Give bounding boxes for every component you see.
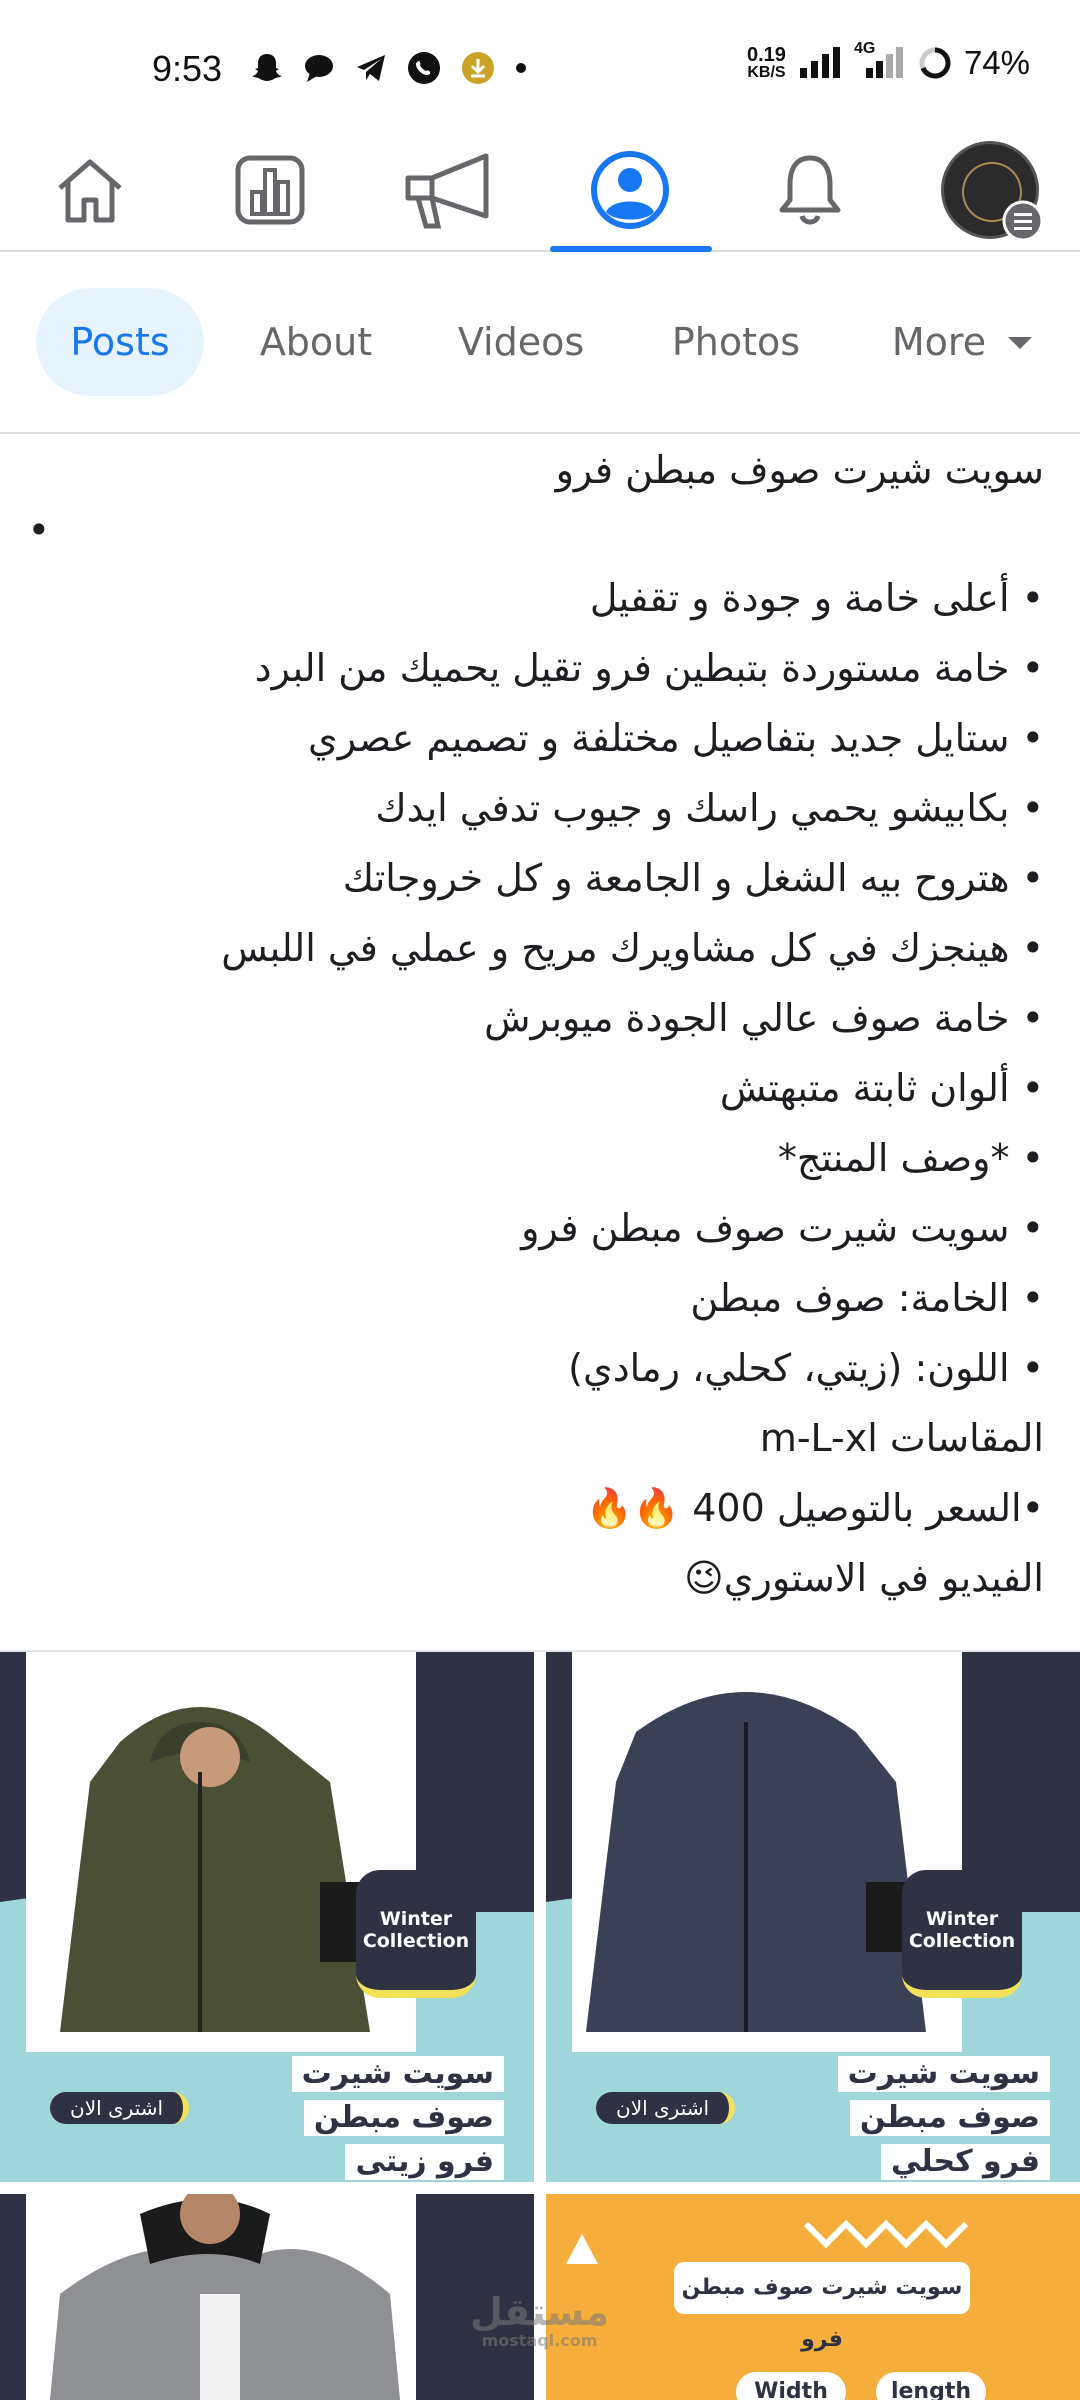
tab-more-label: More [891,320,987,364]
post-line: • *وصف المنتج* [777,1136,1044,1180]
post-line: • أعلى خامة و جودة و تقفيل [589,576,1044,620]
watermark-text: مستقل [470,2290,609,2334]
chat-icon [305,55,333,82]
battery-ring-icon [919,47,951,79]
nav-dashboard[interactable] [180,130,360,250]
post-line: • اللون: (زيتي، كحلي، رمادي) [568,1346,1044,1390]
tab-videos[interactable]: Videos [446,288,596,396]
photo-tile[interactable]: سويت شيرت صوف مبطن فرو Width length [546,2194,1080,2400]
post-line: • بكابيشو يحمي راسك و جيوب تدفي ايدك [375,786,1044,830]
post-line: • الخامة: صوف مبطن [690,1276,1044,1320]
post-line: الفيديو في الاستوري😉 [684,1556,1044,1600]
photo-grid: Winter Collection سويت شيرت صوف مبطن فرو… [0,1652,1080,2400]
profile-tabs: Posts About Videos Photos More [0,252,1080,434]
photo-tile[interactable]: Winter Collection سويت شيرت صوف مبطن فرو… [0,1652,534,2182]
post-line: • ألوان ثابتة متبهتش [719,1066,1044,1110]
post-line: • سويت شيرت صوف مبطن فرو [521,1206,1044,1250]
post-line: • خامة مستوردة بتبطين فرو تقيل يحميك من … [254,646,1044,690]
network-speed: 0.19 KB/S [747,45,786,81]
signal-icon [799,47,840,78]
photo-title-line: صوف مبطن [849,2100,1050,2136]
post-line: • هتروح بيه الشغل و الجامعة و كل خروجاتك [342,856,1044,900]
dashboard-icon [235,155,305,225]
size-chip: length [876,2372,986,2400]
post-line: • خامة صوف عالي الجودة ميوبرش [484,996,1044,1040]
telegram-icon [357,55,385,81]
post-line: • ستايل جديد بتفاصيل مختلفة و تصميم عصري [308,716,1044,760]
status-time: 9:53 [152,48,223,89]
post-line: • هينجزك في كل مشاويرك مريح و عملي في ال… [221,926,1044,970]
snapchat-icon [252,54,282,81]
watermark: مستقل mostaql.com [470,2292,609,2350]
download-icon [462,52,494,84]
buy-now-label: اشترى الان [596,2092,736,2124]
post-line: سويت شيرت صوف مبطن فرو [555,448,1044,492]
battery-percent: 74% [963,44,1030,81]
product-banner: سويت شيرت صوف مبطن فرو [674,2262,970,2352]
bell-icon [779,155,841,225]
caret-down-icon [1008,337,1033,349]
tab-more[interactable]: More [876,288,1056,396]
photo-title-line: فرو زيتى [345,2144,504,2180]
home-icon [58,159,122,223]
dot-icon [516,63,526,73]
photo-title-line: صوف مبطن [303,2100,504,2136]
tab-photos[interactable]: Photos [656,288,816,396]
page-avatar-menu-icon [1002,200,1044,242]
speed-unit: KB/S [747,64,786,81]
post-line: المقاسات m-L-xl [759,1416,1044,1460]
photo-title-line: فرو كحلي [880,2144,1050,2180]
speed-value: 0.19 [747,44,786,66]
post-line: •السعر بالتوصيل 400 🔥🔥 [585,1486,1045,1530]
buy-now-label: اشترى الان [50,2092,190,2124]
tab-posts[interactable]: Posts [36,288,204,396]
signal-4g-icon: 4G [854,40,906,80]
profile-icon [591,151,669,229]
photo-title: سويت شيرت صوف مبطن فرو زيتى [291,2052,504,2182]
photo-title-line: سويت شيرت [837,2056,1050,2092]
nav-ads[interactable] [360,130,540,250]
nav-home[interactable] [0,130,180,250]
tab-about[interactable]: About [236,288,396,396]
photo-tile[interactable] [0,2194,534,2400]
product-graphic [26,2194,416,2400]
photo-title: سويت شيرت صوف مبطن فرو كحلي [837,2052,1050,2182]
system-icons: 0.19 KB/S 4G 74% [747,40,1030,82]
top-nav [0,130,1080,252]
photo-title-line: سويت شيرت [291,2056,504,2092]
size-chip: Width [736,2372,846,2400]
watermark-sub: mostaql.com [481,2331,598,2350]
nav-menu[interactable] [900,130,1080,250]
nav-notifications[interactable] [720,130,900,250]
whatsapp-icon [408,52,440,84]
nav-profile[interactable] [540,130,720,250]
winter-collection-badge: Winter Collection [356,1870,476,1998]
notification-icons [250,50,528,86]
photo-tile[interactable]: Winter Collection سويت شيرت صوف مبطن فرو… [546,1652,1080,2182]
status-bar: 9:53 0.19 KB/S 4G 74% [0,0,1080,130]
post-line: • [27,508,50,552]
page-avatar [941,141,1044,242]
winter-collection-badge: Winter Collection [902,1870,1022,1998]
megaphone-icon [405,153,489,229]
